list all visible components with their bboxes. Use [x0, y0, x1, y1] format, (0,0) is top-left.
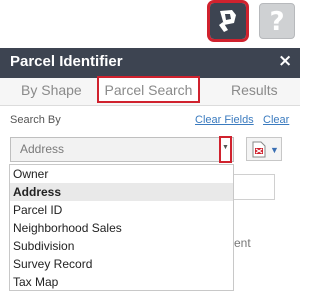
export-menu-button[interactable]: ▼	[246, 137, 282, 161]
option-subdivision[interactable]: Subdivision	[10, 237, 233, 255]
option-address[interactable]: Address	[10, 183, 233, 201]
parcel-identifier-icon	[219, 10, 236, 32]
option-owner[interactable]: Owner	[10, 165, 233, 183]
help-button[interactable]: ?	[259, 3, 295, 39]
tab-results[interactable]: Results	[231, 82, 278, 98]
background-input	[230, 174, 275, 200]
panel-title: Parcel Identifier	[10, 53, 123, 70]
top-toolbar: ?	[0, 0, 300, 48]
option-neighborhood-sales[interactable]: Neighborhood Sales	[10, 219, 233, 237]
pdf-document-icon	[252, 141, 266, 158]
help-icon: ?	[269, 7, 285, 37]
parcel-identifier-tool-button[interactable]	[207, 0, 249, 42]
option-survey-record[interactable]: Survey Record	[10, 255, 233, 273]
chevron-down-icon: ▼	[222, 144, 229, 151]
panel-header: Parcel Identifier ×	[0, 48, 300, 78]
search-by-label: Search By	[10, 114, 61, 126]
clear-fields-link[interactable]: Clear Fields	[195, 114, 254, 126]
tab-bar: By Shape Parcel Search Results	[0, 76, 300, 106]
tab-parcel-search[interactable]: Parcel Search	[97, 76, 200, 103]
search-by-selected-value: Address	[20, 142, 65, 156]
select-arrow-button[interactable]: ▼	[219, 136, 232, 163]
option-parcel-id[interactable]: Parcel ID	[10, 201, 233, 219]
background-partial-text: ent	[234, 236, 251, 250]
caret-down-icon: ▼	[270, 145, 279, 155]
option-tax-map[interactable]: Tax Map	[10, 273, 233, 291]
close-icon[interactable]: ×	[278, 51, 292, 71]
clear-link[interactable]: Clear	[263, 114, 289, 126]
tab-by-shape[interactable]: By Shape	[21, 82, 82, 98]
search-by-options-list: Owner Address Parcel ID Neighborhood Sal…	[9, 164, 234, 291]
search-by-select[interactable]: Address ▼	[10, 136, 234, 163]
